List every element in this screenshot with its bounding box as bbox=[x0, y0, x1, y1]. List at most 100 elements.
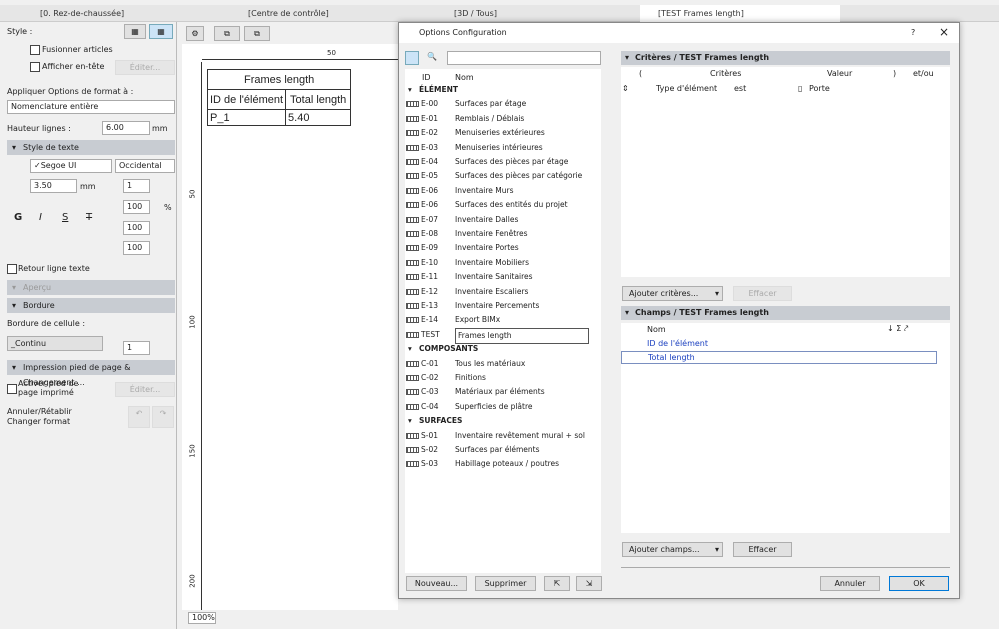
pen-input[interactable]: 1 bbox=[123, 179, 150, 193]
list-item[interactable]: E-08 Inventaire Fenêtres bbox=[405, 227, 589, 241]
fields-table: Nom ↓ Σ ⤤ ID de l'élément Total length bbox=[621, 323, 950, 533]
tab-control-center[interactable]: [Centre de contrôle] bbox=[230, 5, 430, 22]
fields-header[interactable]: Champs / TEST Frames length bbox=[621, 306, 950, 320]
list-item[interactable]: S-02 Surfaces par éléments bbox=[405, 443, 589, 457]
list-item[interactable]: C-01 Tous les matériaux bbox=[405, 357, 589, 371]
char-spacing-input[interactable]: 100 bbox=[123, 241, 150, 255]
arrange-button[interactable]: ⧉ bbox=[244, 26, 270, 41]
header-checkbox[interactable] bbox=[30, 62, 40, 72]
script-select[interactable]: Occidental bbox=[115, 159, 175, 173]
drag-handle-icon[interactable]: ⇕ bbox=[622, 84, 629, 93]
list-item[interactable]: E-03 Menuiseries intérieures bbox=[405, 141, 589, 155]
line-type-select[interactable]: _Continu bbox=[7, 336, 103, 351]
spacing-input[interactable]: 100 bbox=[123, 221, 150, 235]
criteria-header[interactable]: Critères / TEST Frames length bbox=[621, 51, 950, 65]
item-name: Inventaire Sanitaires bbox=[455, 272, 533, 282]
row-height-input[interactable]: 6.00 bbox=[102, 121, 150, 135]
print-footer-section[interactable]: Impression pied de page & Changement ... bbox=[7, 360, 175, 387]
wrap-checkbox[interactable] bbox=[7, 264, 17, 274]
undo-button[interactable]: ↶ bbox=[128, 406, 150, 428]
item-id: C-04 bbox=[421, 401, 439, 411]
list-item[interactable]: E-07 Inventaire Dalles bbox=[405, 213, 589, 227]
list-view-button[interactable] bbox=[405, 51, 419, 65]
list-item[interactable]: C-03 Matériaux par éléments bbox=[405, 385, 589, 399]
font-size-input[interactable]: 3.50 bbox=[30, 179, 77, 193]
help-button[interactable]: ? bbox=[911, 28, 915, 37]
list-item[interactable]: E-04 Surfaces des pièces par étage bbox=[405, 155, 589, 169]
settings-button[interactable]: ⚙ bbox=[186, 26, 204, 41]
list-item[interactable]: E-00 Surfaces par étage bbox=[405, 97, 589, 111]
field-name: ID de l'élément bbox=[647, 339, 709, 348]
list-item[interactable]: E-05 Surfaces des pièces par catégorie bbox=[405, 169, 589, 183]
item-id: TEST bbox=[421, 329, 440, 339]
text-style-section[interactable]: Style de texte bbox=[7, 140, 175, 155]
schedule-icon bbox=[406, 288, 419, 295]
schedule-icon bbox=[406, 130, 419, 137]
bold-button[interactable]: G bbox=[14, 212, 22, 223]
export-button[interactable]: ⇲ bbox=[576, 576, 602, 591]
field-row[interactable]: Total length bbox=[621, 351, 937, 364]
schedule-icon bbox=[406, 115, 419, 122]
schedule-icon bbox=[406, 432, 419, 439]
list-item[interactable]: E-09 Inventaire Portes bbox=[405, 241, 589, 255]
border-pen-input[interactable]: 1 bbox=[123, 341, 150, 355]
schedule-icon bbox=[406, 447, 419, 453]
edit-footer-button[interactable]: Éditer... bbox=[115, 382, 175, 397]
list-item[interactable]: E-13 Inventaire Percements bbox=[405, 299, 589, 313]
tab-schedule[interactable]: [TEST Frames length] bbox=[640, 5, 840, 22]
tab-3d[interactable]: [3D / Tous] bbox=[436, 5, 636, 22]
tab-floor-plan[interactable]: [0. Rez-de-chaussée] bbox=[22, 5, 222, 22]
redo-button[interactable]: ↷ bbox=[152, 406, 174, 428]
list-item[interactable]: C-02 Finitions bbox=[405, 371, 589, 385]
item-name: Inventaire Escaliers bbox=[455, 286, 529, 296]
preview-section[interactable]: Aperçu bbox=[7, 280, 175, 295]
list-item[interactable]: TEST Frames length bbox=[405, 327, 589, 344]
fit-button[interactable]: ⧉ bbox=[214, 26, 240, 41]
pct-label: % bbox=[164, 203, 172, 212]
list-item[interactable]: E-10 Inventaire Mobiliers bbox=[405, 256, 589, 270]
ok-button[interactable]: OK bbox=[889, 576, 949, 591]
import-button[interactable]: ⇱ bbox=[544, 576, 570, 591]
list-item[interactable]: C-04 Superficies de plâtre bbox=[405, 400, 589, 414]
add-fields-button[interactable]: Ajouter champs... ▾ bbox=[622, 542, 723, 557]
list-item[interactable]: E-12 Inventaire Escaliers bbox=[405, 285, 589, 299]
edit-header-button[interactable]: Éditer... bbox=[115, 60, 175, 75]
apply-select[interactable]: Nomenclature entière bbox=[7, 100, 175, 114]
add-criteria-button[interactable]: Ajouter critères... ▾ bbox=[622, 286, 723, 301]
italic-button[interactable]: I bbox=[39, 212, 42, 223]
list-item[interactable]: E-01 Remblais / Déblais bbox=[405, 112, 589, 126]
font-select[interactable]: ✓Segoe UI bbox=[30, 159, 112, 173]
new-button[interactable]: Nouveau... bbox=[406, 576, 467, 591]
schedule-list: ID Nom ▾ ÉLÉMENT E-00 Surfaces par étage E-0… bbox=[405, 69, 601, 573]
list-section[interactable]: ▾ ÉLÉMENT bbox=[405, 83, 589, 97]
footer-checkbox[interactable] bbox=[7, 384, 17, 394]
schedule-icon bbox=[406, 202, 419, 209]
style-grid-full-button[interactable]: ▦ bbox=[149, 24, 173, 39]
list-item[interactable]: E-11 Inventaire Sanitaires bbox=[405, 270, 589, 284]
list-section[interactable]: ▾ COMPOSANTS bbox=[405, 342, 589, 356]
delete-button[interactable]: Supprimer bbox=[475, 576, 536, 591]
clear-criteria-button[interactable]: Effacer bbox=[733, 286, 792, 301]
clear-fields-button[interactable]: Effacer bbox=[733, 542, 792, 557]
merge-checkbox[interactable] bbox=[30, 45, 40, 55]
list-item[interactable]: S-01 Inventaire revêtement mural + sol bbox=[405, 429, 589, 443]
ruler-label: 200 bbox=[188, 574, 197, 588]
list-item[interactable]: E-02 Menuiseries extérieures bbox=[405, 126, 589, 140]
zoom-field[interactable]: 100% bbox=[188, 612, 216, 624]
border-section[interactable]: Bordure bbox=[7, 298, 175, 313]
close-button[interactable]: × bbox=[939, 25, 949, 39]
item-id: E-04 bbox=[421, 157, 438, 166]
list-item[interactable]: E-06 Inventaire Murs bbox=[405, 184, 589, 198]
underline-button[interactable]: S bbox=[62, 212, 68, 223]
list-item[interactable]: E-06 Surfaces des entités du projet bbox=[405, 198, 589, 212]
style-grid-button[interactable]: ▦ bbox=[124, 24, 146, 39]
width-factor-input[interactable]: 100 bbox=[123, 200, 150, 214]
list-section[interactable]: ▾ SURFACES bbox=[405, 414, 589, 428]
strikethrough-button[interactable]: T bbox=[86, 212, 92, 223]
search-input[interactable] bbox=[447, 51, 601, 65]
list-item[interactable]: E-14 Export BIMx bbox=[405, 313, 589, 327]
criteria-row[interactable]: ⇕ Type d'élément est ▯ Porte bbox=[621, 83, 941, 95]
field-row[interactable]: ID de l'élément bbox=[621, 337, 937, 350]
list-item[interactable]: S-03 Habillage poteaux / poutres bbox=[405, 457, 589, 471]
cancel-button[interactable]: Annuler bbox=[820, 576, 880, 591]
